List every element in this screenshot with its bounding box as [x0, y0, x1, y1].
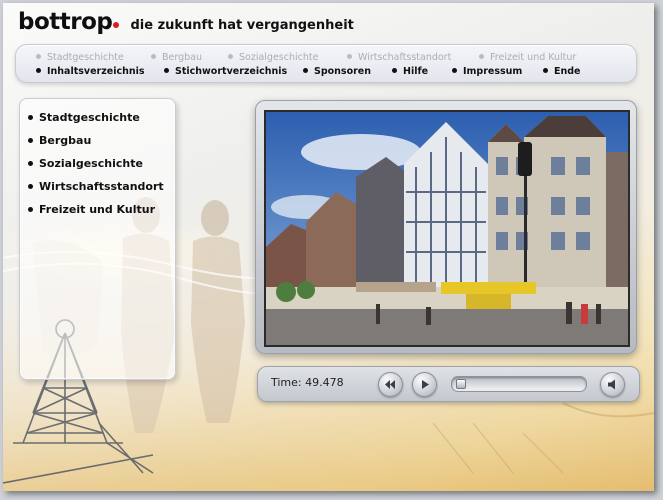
sidebar-item-wirtschaftsstandort[interactable]: Wirtschaftsstandort	[28, 180, 164, 193]
seek-slider[interactable]	[451, 376, 587, 392]
chapter-link-freizeit-und-kultur[interactable]: Freizeit und Kultur	[479, 52, 576, 63]
bullet-icon	[28, 184, 33, 189]
bullet-icon	[228, 54, 233, 59]
video-panel	[255, 100, 637, 354]
volume-button[interactable]	[600, 372, 625, 397]
sidebar-item-stadtgeschichte[interactable]: Stadtgeschichte	[28, 111, 140, 124]
nav-link-impressum[interactable]: Impressum	[452, 66, 522, 77]
chapter-sidebar: Stadtgeschichte Bergbau Sozialgeschichte…	[19, 98, 176, 380]
nav-link-stichwortverzeichnis[interactable]: Stichwortverzeichnis	[164, 66, 287, 77]
sidebar-item-sozialgeschichte[interactable]: Sozialgeschichte	[28, 157, 143, 170]
sidebar-item-bergbau[interactable]: Bergbau	[28, 134, 91, 147]
speaker-icon	[608, 379, 615, 390]
bullet-icon	[347, 54, 352, 59]
play-icon	[422, 380, 429, 389]
top-navigation: Stadtgeschichte Bergbau Sozialgeschichte…	[15, 44, 637, 83]
nav-link-sponsoren[interactable]: Sponsoren	[303, 66, 371, 77]
bullet-icon	[392, 68, 397, 73]
bullet-icon	[36, 54, 41, 59]
chapter-nav-row: Stadtgeschichte Bergbau Sozialgeschichte…	[16, 52, 636, 66]
brand-dot-icon	[113, 22, 120, 28]
bullet-icon	[151, 54, 156, 59]
sidebar-item-freizeit-und-kultur[interactable]: Freizeit und Kultur	[28, 203, 155, 216]
bullet-icon	[28, 138, 33, 143]
street-scene-image	[266, 112, 628, 345]
seek-slider-handle[interactable]	[456, 379, 467, 389]
player-controls: Time: 49.478	[257, 366, 640, 402]
brand-logo: bottrop die zukunft hat vergangenheit	[18, 9, 354, 35]
video-display[interactable]	[264, 110, 630, 347]
rewind-button[interactable]	[378, 372, 403, 397]
play-button[interactable]	[412, 372, 437, 397]
chapter-link-sozialgeschichte[interactable]: Sozialgeschichte	[228, 52, 318, 63]
utility-nav-row: Inhaltsverzeichnis Stichwortverzeichnis …	[16, 66, 636, 80]
rewind-icon	[385, 380, 395, 389]
bullet-icon	[543, 68, 548, 73]
bullet-icon	[164, 68, 169, 73]
time-display: Time: 49.478	[271, 376, 344, 389]
nav-link-inhaltsverzeichnis[interactable]: Inhaltsverzeichnis	[36, 66, 145, 77]
nav-link-ende[interactable]: Ende	[543, 66, 581, 77]
brand-name: bottrop	[18, 9, 113, 35]
bullet-icon	[303, 68, 308, 73]
nav-link-hilfe[interactable]: Hilfe	[392, 66, 428, 77]
bullet-icon	[452, 68, 457, 73]
chapter-link-bergbau[interactable]: Bergbau	[151, 52, 202, 63]
chapter-link-wirtschaftsstandort[interactable]: Wirtschaftsstandort	[347, 52, 451, 63]
bullet-icon	[28, 161, 33, 166]
app-window: bottrop die zukunft hat vergangenheit St…	[3, 3, 654, 491]
bullet-icon	[36, 68, 41, 73]
bullet-icon	[479, 54, 484, 59]
brand-tagline: die zukunft hat vergangenheit	[130, 18, 354, 33]
bullet-icon	[28, 115, 33, 120]
bullet-icon	[28, 207, 33, 212]
chapter-link-stadtgeschichte[interactable]: Stadtgeschichte	[36, 52, 124, 63]
